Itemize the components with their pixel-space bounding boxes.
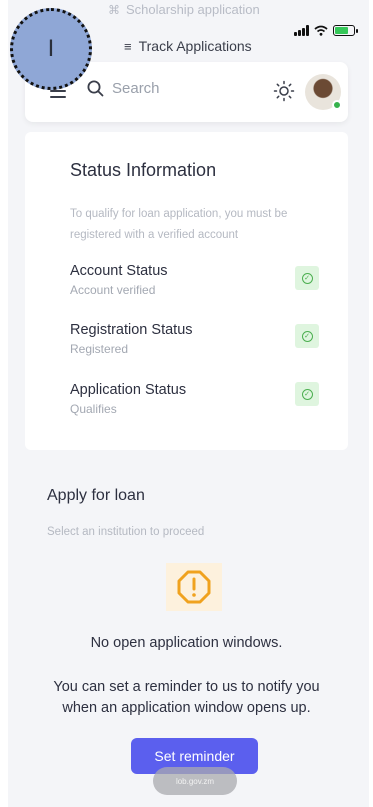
search-icon — [87, 80, 104, 97]
search-placeholder: Search — [112, 80, 160, 97]
status-information-card: Status Information To qualify for loan a… — [25, 132, 348, 450]
status-row-title: Application Status — [70, 382, 187, 398]
warning-icon — [166, 563, 222, 611]
url-text: lob.gov.zm — [175, 776, 215, 786]
status-row-title: Account Status — [70, 263, 168, 279]
menu-item-scholarship[interactable]: ⌘ Scholarship application — [108, 2, 260, 17]
signal-icon — [294, 25, 309, 36]
check-circle-icon: ✓ — [295, 266, 319, 290]
menu-item-track-label: Track Applications — [138, 38, 252, 54]
empty-state-message: No open application windows. — [90, 635, 283, 651]
scholarship-icon: ⌘ — [108, 3, 120, 17]
octagon-alert-icon — [177, 570, 211, 604]
search-field[interactable]: Search — [87, 80, 160, 97]
check-circle-icon: ✓ — [295, 382, 319, 406]
reminder-description: You can set a reminder to us to notify y… — [53, 679, 320, 716]
status-row-subtitle: Account verified — [70, 283, 156, 297]
status-row-subtitle: Registered — [70, 342, 129, 356]
list-icon: ≡ — [124, 39, 132, 54]
bubble-letter: I — [47, 35, 55, 62]
theme-toggle-sun-icon[interactable] — [273, 80, 295, 102]
status-row-registration: Registration Status Registered — [70, 322, 320, 356]
menu-item-track-applications[interactable]: ≡ Track Applications — [124, 38, 252, 54]
status-card-description: To qualify for loan application, you mus… — [70, 208, 288, 241]
status-row-application: Application Status Qualifies — [70, 382, 320, 416]
assistive-touch-bubble[interactable]: I — [10, 8, 92, 90]
menu-item-scholarship-label: Scholarship application — [126, 2, 260, 17]
status-bar-icons — [294, 25, 358, 36]
apply-section-subtitle: Select an institution to proceed — [47, 526, 205, 538]
browser-url-pill[interactable]: lob.gov.zm — [153, 767, 237, 795]
check-circle-icon: ✓ — [295, 324, 319, 348]
status-row-title: Registration Status — [70, 322, 193, 338]
wifi-icon — [314, 25, 328, 36]
apply-section-title: Apply for loan — [47, 487, 145, 504]
online-status-dot — [332, 100, 342, 110]
status-card-title: Status Information — [70, 160, 217, 180]
status-row-account: Account Status Account verified — [70, 263, 320, 297]
profile-avatar[interactable] — [305, 74, 342, 110]
status-row-subtitle: Qualifies — [70, 402, 117, 416]
battery-icon — [333, 25, 358, 36]
